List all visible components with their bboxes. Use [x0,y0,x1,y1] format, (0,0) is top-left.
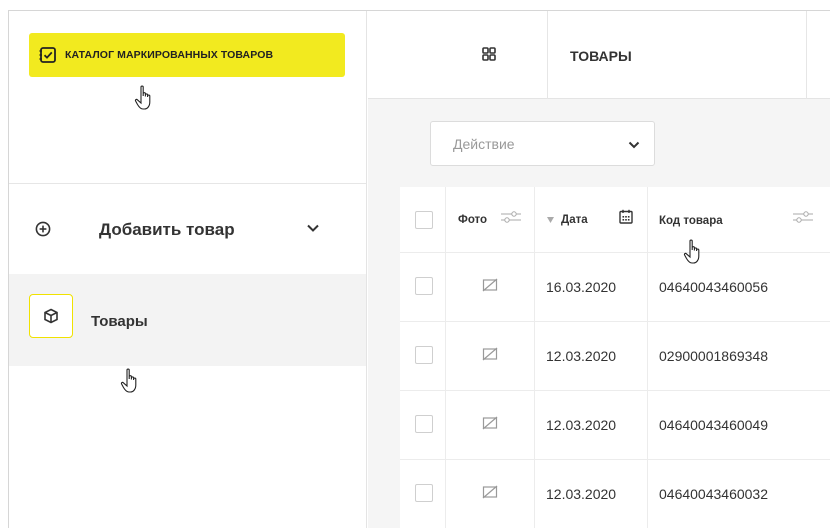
catalog-brand-label: КАТАЛОГ МАРКИРОВАННЫХ ТОВАРОВ [65,49,274,61]
add-product-menu[interactable]: Добавить товар [9,201,366,259]
checklist-icon [39,47,56,63]
no-photo-icon [482,278,498,292]
filter-sliders-icon[interactable] [500,210,522,224]
hand-cursor-icon [120,368,137,393]
action-select[interactable]: Действие [430,121,655,166]
no-photo-icon [482,416,498,430]
row-code[interactable]: 02900001869348 [659,348,768,364]
column-header-photo: Фото [458,214,488,226]
column-divider [534,187,535,528]
goods-icon-box [29,294,73,338]
add-product-label: Добавить товар [99,220,235,239]
table-row[interactable]: 12.03.2020 04640043460049 [400,391,830,460]
sidebar-item-goods[interactable]: Товары [9,274,366,366]
row-checkbox[interactable] [415,277,433,295]
grid-icon [482,47,496,61]
row-date: 16.03.2020 [546,279,617,295]
row-checkbox[interactable] [415,346,433,364]
row-code[interactable]: 04640043460049 [659,417,768,433]
row-date: 12.03.2020 [546,486,617,502]
filter-sliders-icon[interactable] [792,210,814,224]
chevron-down-icon [628,141,640,149]
table-row[interactable]: 16.03.2020 04640043460056 [400,253,830,322]
column-header-date: Дата [561,214,588,226]
table-row[interactable]: 12.03.2020 04640043460032 [400,460,830,528]
grid-menu-button[interactable] [368,11,548,99]
topbar-divider [806,11,807,99]
column-divider [445,187,446,528]
calendar-icon[interactable] [619,209,633,224]
table-header-row: Фото Дата Код товара [400,187,830,264]
sidebar-item-goods-label: Товары [91,313,148,330]
row-code[interactable]: 04640043460032 [659,486,768,502]
select-all-checkbox[interactable] [415,211,433,229]
plus-circle-icon [35,221,51,237]
row-code[interactable]: 04640043460056 [659,279,768,295]
action-select-placeholder: Действие [453,136,515,152]
topbar: ТОВАРЫ [368,11,830,99]
chevron-down-icon[interactable] [306,223,320,233]
sidebar-divider [9,183,366,184]
hand-cursor-icon [134,85,151,110]
no-photo-icon [482,347,498,361]
sort-down-icon[interactable] [547,217,554,223]
main-area: ТОВАРЫ Действие Фото Дата Код товара 16.… [368,11,830,528]
row-checkbox[interactable] [415,415,433,433]
row-checkbox[interactable] [415,484,433,502]
column-header-code: Код товара [659,215,723,227]
app-window: КАТАЛОГ МАРКИРОВАННЫХ ТОВАРОВ Добавить т… [8,10,830,528]
column-divider [647,187,648,528]
table-row[interactable]: 12.03.2020 02900001869348 [400,322,830,391]
catalog-brand-button[interactable]: КАТАЛОГ МАРКИРОВАННЫХ ТОВАРОВ [29,33,345,77]
products-table: Фото Дата Код товара 16.03.2020 04640043… [400,187,830,528]
sidebar: КАТАЛОГ МАРКИРОВАННЫХ ТОВАРОВ Добавить т… [9,11,367,528]
box-icon [44,308,58,324]
row-date: 12.03.2020 [546,417,617,433]
row-date: 12.03.2020 [546,348,617,364]
page-title: ТОВАРЫ [570,48,632,64]
no-photo-icon [482,485,498,499]
